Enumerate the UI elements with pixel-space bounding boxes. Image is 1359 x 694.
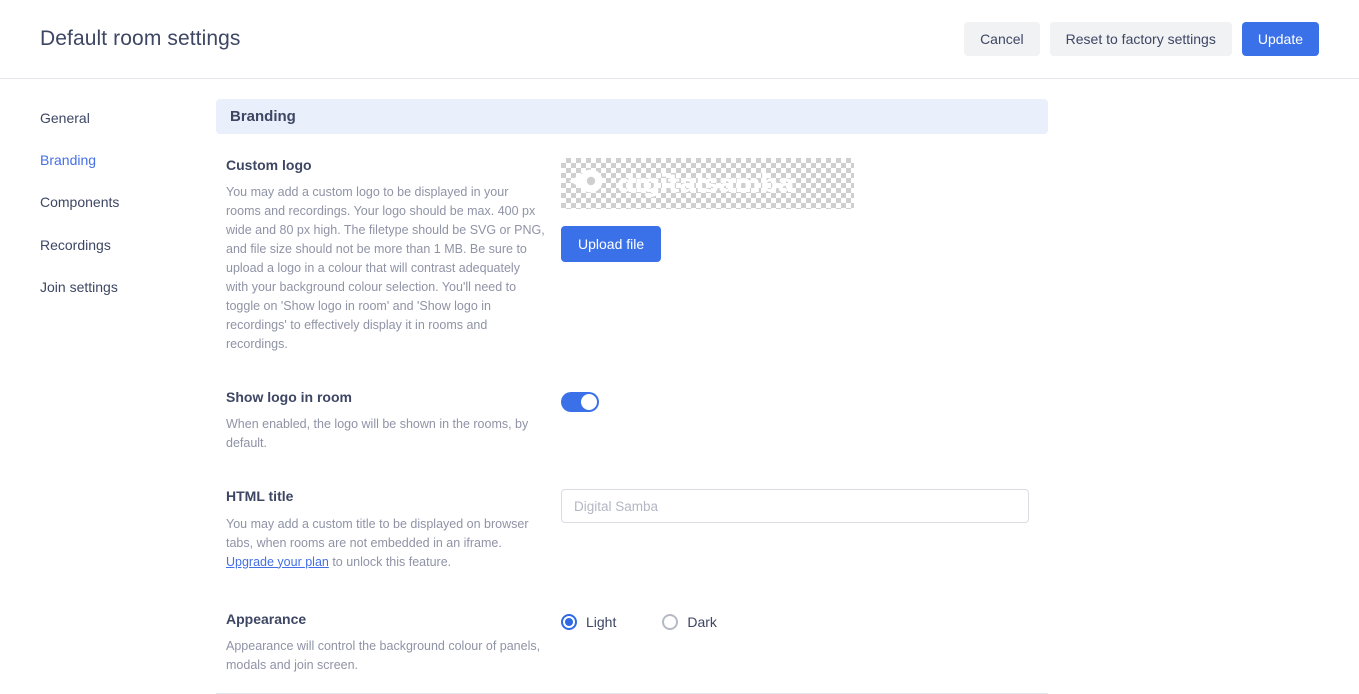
radio-dark-icon xyxy=(662,613,679,630)
sidebar-item-components[interactable]: Components xyxy=(40,187,208,217)
appearance-option-light-label: Light xyxy=(586,613,617,630)
settings-sidebar: General Branding Components Recordings J… xyxy=(0,79,208,694)
html-title-controls xyxy=(561,487,1048,524)
setting-row-custom-logo: Custom logo You may add a custom logo to… xyxy=(216,134,1048,354)
reset-to-factory-settings-button[interactable]: Reset to factory settings xyxy=(1049,21,1232,57)
page-header: Default room settings Cancel Reset to fa… xyxy=(0,0,1359,79)
appearance-option-dark[interactable]: Dark xyxy=(662,613,717,630)
show-logo-text-block: Show logo in room When enabled, the logo… xyxy=(216,388,561,453)
sidebar-item-branding[interactable]: Branding xyxy=(40,145,208,175)
show-logo-in-room-controls xyxy=(561,388,1048,417)
custom-logo-description: You may add a custom logo to be displaye… xyxy=(226,185,545,352)
appearance-description: Appearance will control the background c… xyxy=(226,638,541,672)
appearance-controls: Light Dark xyxy=(561,610,1048,630)
appearance-option-light[interactable]: Light xyxy=(561,613,617,630)
html-title-description-part1: You may add a custom title to be display… xyxy=(226,516,529,550)
cancel-button[interactable]: Cancel xyxy=(964,21,1040,57)
setting-row-show-logo-in-room: Show logo in room When enabled, the logo… xyxy=(216,354,1048,453)
update-button[interactable]: Update xyxy=(1241,21,1319,57)
page-title: Default room settings xyxy=(40,27,241,50)
sidebar-item-join-settings[interactable]: Join settings xyxy=(40,272,208,302)
settings-list: Custom logo You may add a custom logo to… xyxy=(216,134,1048,675)
sidebar-item-recordings[interactable]: Recordings xyxy=(40,230,208,260)
section-header-branding: Branding xyxy=(216,99,1048,134)
setting-row-appearance: Appearance Appearance will control the b… xyxy=(216,572,1048,675)
appearance-radio-group: Light Dark xyxy=(561,613,1048,630)
page-content: General Branding Components Recordings J… xyxy=(0,79,1359,694)
radio-light-icon xyxy=(561,613,577,630)
appearance-option-dark-label: Dark xyxy=(687,613,717,630)
settings-main-panel: Branding Custom logo You may add a custo… xyxy=(208,79,1359,694)
show-logo-in-room-toggle[interactable] xyxy=(561,392,599,413)
html-title-text-block: HTML title You may add a custom title to… xyxy=(216,487,561,571)
digitalsamba-logo-icon xyxy=(569,166,611,201)
custom-logo-label: Custom logo xyxy=(226,157,312,173)
appearance-text-block: Appearance Appearance will control the b… xyxy=(216,610,561,675)
appearance-label: Appearance xyxy=(226,610,307,627)
show-logo-in-room-description: When enabled, the logo will be shown in … xyxy=(226,417,529,451)
header-actions: Cancel Reset to factory settings Update xyxy=(964,21,1319,57)
toggle-knob xyxy=(581,394,597,411)
show-logo-in-room-label: Show logo in room xyxy=(226,389,352,406)
custom-logo-controls: digitalsamba Upload file xyxy=(561,156,1048,262)
setting-row-html-title: HTML title You may add a custom title to… xyxy=(216,453,1048,571)
html-title-input[interactable] xyxy=(561,489,1029,524)
html-title-description: You may add a custom title to be display… xyxy=(226,515,545,572)
sidebar-item-general[interactable]: General xyxy=(40,103,208,133)
logo-preview: digitalsamba xyxy=(561,158,854,209)
upload-file-button[interactable]: Upload file xyxy=(561,226,662,262)
html-title-label: HTML title xyxy=(226,488,294,505)
logo-wordmark: digitalsamba xyxy=(617,169,794,198)
upgrade-your-plan-link[interactable]: Upgrade your plan xyxy=(226,555,329,569)
html-title-description-part2: to unlock this feature. xyxy=(328,554,452,569)
custom-logo-text-block: Custom logo You may add a custom logo to… xyxy=(216,156,561,354)
